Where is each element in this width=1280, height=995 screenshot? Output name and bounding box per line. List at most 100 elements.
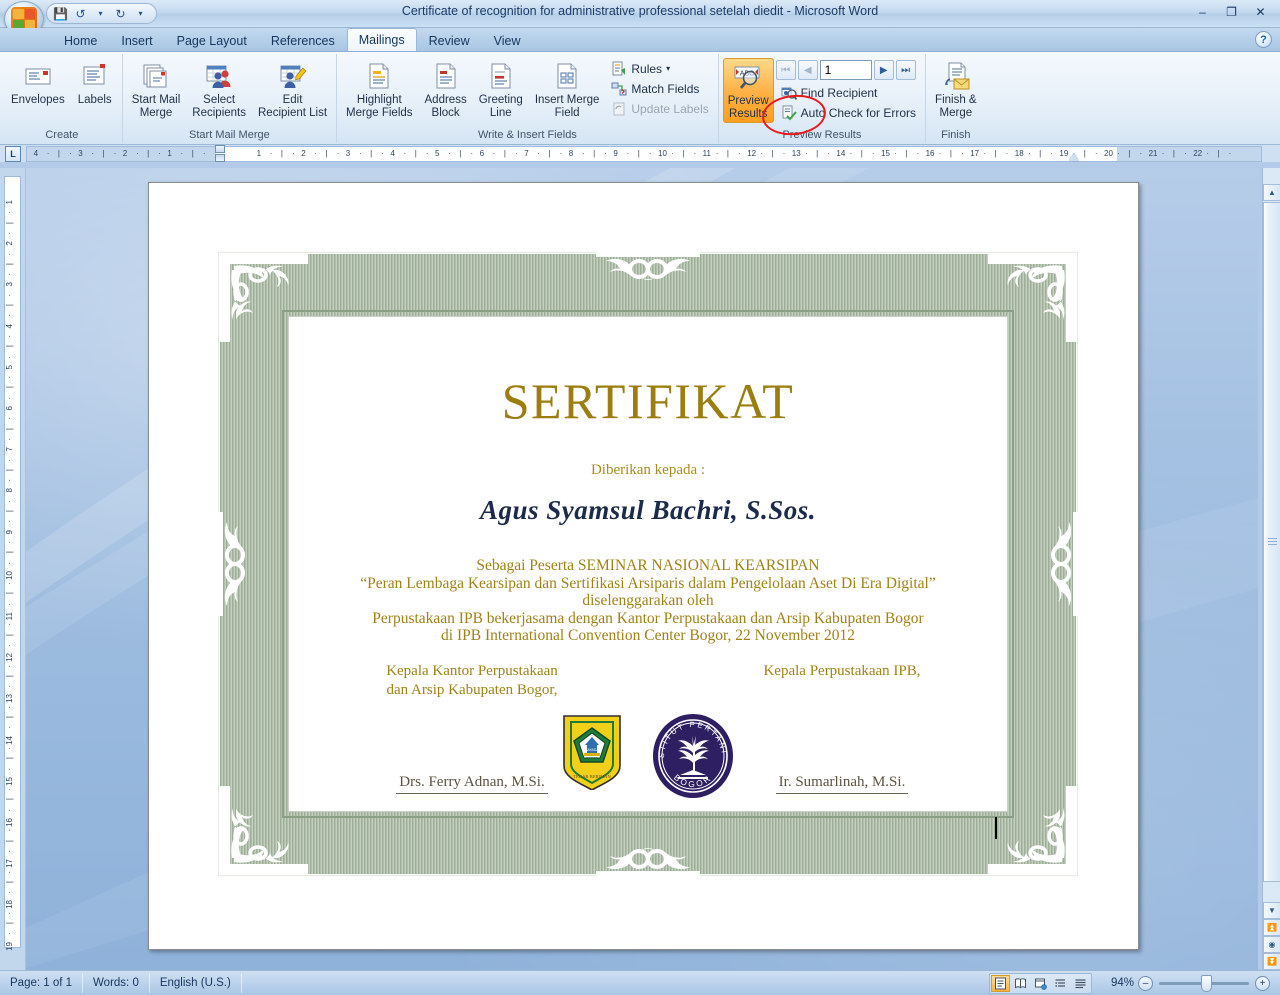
document-canvas[interactable]: SERTIFIKAT Diberikan kepada : Agus Syams… (26, 168, 1258, 970)
ruler-minor-tick: · (5, 664, 14, 668)
vertical-scrollbar[interactable]: ▲ ▼ ⏫ ◉ ⏬ (1262, 168, 1280, 970)
tab-review[interactable]: Review (417, 30, 482, 51)
full-screen-reading-view-button[interactable] (1011, 975, 1030, 992)
group-label-finish: Finish (941, 129, 971, 141)
ruler-minor-tick: | (771, 149, 774, 158)
ruler-minor-tick: · (5, 602, 14, 606)
tab-references[interactable]: References (259, 30, 347, 51)
last-record-button[interactable]: ⏭ (895, 60, 916, 80)
ruler-minor-tick: · (5, 849, 14, 853)
labels-button[interactable]: Labels (72, 57, 118, 110)
zoom-in-button[interactable]: + (1255, 975, 1270, 991)
fleuron-left-icon (217, 512, 245, 616)
signature-left-title-2: dan Arsip Kabupaten Bogor, (386, 682, 558, 698)
ruler-minor-tick: · (5, 355, 14, 359)
title-bar: 💾 ↺ ▾ ↻ ▾ Certificate of recognition for… (0, 0, 1280, 37)
ruler-minor-tick: · (894, 149, 897, 158)
scrollbar-thumb[interactable] (1263, 202, 1280, 882)
outline-view-button[interactable] (1051, 975, 1070, 992)
write-insert-small-buttons: Rules ▾ Match Fields Update Labels (606, 57, 713, 118)
maximize-button[interactable]: ❐ (1218, 3, 1245, 21)
tab-selector-icon: L (5, 145, 21, 162)
start-mail-merge-button[interactable]: Start Mail Merge (127, 57, 186, 122)
zoom-slider-thumb[interactable] (1201, 974, 1212, 992)
find-recipient-label: Find Recipient (800, 85, 878, 100)
web-layout-view-button[interactable] (1031, 975, 1050, 992)
ruler-minor-tick: · (5, 437, 14, 441)
ruler-minor-tick: · (5, 376, 14, 379)
ruler-minor-tick: | (5, 674, 14, 677)
help-icon[interactable]: ? (1255, 31, 1272, 48)
ruler-minor-tick: | (726, 149, 729, 158)
ruler-minor-tick: · (738, 149, 741, 158)
first-record-button[interactable]: ⏮ (775, 60, 796, 80)
status-language[interactable]: English (U.S.) (150, 973, 242, 993)
zoom-slider-track[interactable] (1159, 974, 1249, 992)
ruler-minor-tick: · (804, 149, 808, 158)
ruler-tick: 1 (167, 149, 172, 158)
find-recipient-button[interactable]: Find Recipient (776, 83, 921, 102)
ruler-tick: 4 (390, 149, 395, 158)
preview-results-button[interactable]: ABC Preview Results (722, 58, 774, 123)
greeting-line-button[interactable]: Greeting Line (474, 57, 528, 122)
record-number-box[interactable] (819, 60, 872, 80)
select-browse-object-button[interactable]: ◉ (1263, 936, 1280, 953)
svg-text:TEGAR BERIMAN: TEGAR BERIMAN (573, 774, 611, 779)
document-page[interactable]: SERTIFIKAT Diberikan kepada : Agus Syams… (148, 182, 1139, 950)
ruler-minor-tick: · (180, 149, 184, 158)
edit-recipient-list-icon (277, 60, 309, 92)
ruler-minor-tick: · (1117, 149, 1120, 158)
tab-selector[interactable]: L (0, 145, 26, 162)
next-record-button[interactable]: ▶ (873, 60, 894, 80)
edit-recipient-list-button[interactable]: Edit Recipient List (253, 57, 332, 122)
ruler-minor-tick: · (5, 561, 14, 565)
horizontal-ruler[interactable]: 4 · | · 3 · | · 2 · | · 1 · | · 1 · | · 2 · | · 3 · | · 4 · | · 5 · | · 6 · | ·… (26, 145, 1262, 162)
address-block-button[interactable]: Address Block (420, 57, 472, 122)
close-button[interactable]: ✕ (1247, 3, 1274, 21)
right-indent-marker[interactable] (1069, 153, 1079, 161)
insert-merge-field-button[interactable]: Insert Merge Field (530, 57, 605, 122)
scroll-down-button[interactable]: ▼ (1263, 902, 1280, 919)
hanging-indent-marker[interactable] (215, 154, 225, 162)
ruler-minor-tick: | (5, 262, 14, 265)
highlight-merge-fields-button[interactable]: Highlight Merge Fields (341, 57, 417, 122)
finish-merge-button[interactable]: Finish & Merge (930, 57, 982, 122)
ruler-minor-tick: | (1039, 149, 1042, 158)
ruler-tick: 22 (1193, 149, 1203, 158)
insert-merge-field-label: Insert Merge Field (534, 94, 600, 119)
certificate-content-panel[interactable]: SERTIFIKAT Diberikan kepada : Agus Syams… (288, 316, 1008, 812)
match-fields-button[interactable]: Match Fields (606, 79, 713, 98)
draft-view-button[interactable] (1071, 975, 1090, 992)
tab-insert[interactable]: Insert (109, 30, 164, 51)
envelopes-button[interactable]: Envelopes (6, 57, 70, 110)
vertical-ruler[interactable]: 1 · | · 2 · | · 3 · | · 4 · | · 5 · | · 6 · | · 7 · | · 8 · | · 9 · | · 10 · |… (0, 168, 26, 970)
zoom-out-button[interactable]: – (1138, 975, 1153, 991)
ruler-minor-tick: | (5, 880, 14, 883)
zoom-slider[interactable]: – + (1138, 974, 1270, 992)
tab-home[interactable]: Home (52, 30, 109, 51)
select-recipients-button[interactable]: Select Recipients (187, 57, 251, 122)
auto-check-errors-button[interactable]: Auto Check for Errors (776, 103, 921, 122)
ruler-tick: 12 (5, 653, 14, 663)
status-page[interactable]: Page: 1 of 1 (0, 973, 84, 993)
rules-button[interactable]: Rules ▾ (606, 59, 713, 78)
ruler-tick: 10 (5, 570, 14, 580)
status-words[interactable]: Words: 0 (83, 973, 150, 993)
update-labels-icon (611, 101, 627, 117)
scroll-up-button[interactable]: ▲ (1263, 184, 1280, 201)
tab-view[interactable]: View (482, 30, 533, 51)
previous-page-button[interactable]: ⏫ (1263, 919, 1280, 936)
tab-mailings[interactable]: Mailings (346, 28, 417, 51)
zoom-level-label[interactable]: 94% (1104, 977, 1134, 989)
print-layout-view-button[interactable] (991, 974, 1010, 992)
ruler-minor-tick: | (5, 345, 14, 348)
ruler-minor-tick: · (5, 623, 14, 626)
ribbon-tab-strip: Home Insert Page Layout References Maili… (0, 28, 1280, 52)
ruler-minor-tick: · (46, 149, 50, 158)
certificate-body-line: di IPB International Convention Center B… (441, 627, 855, 644)
previous-record-button[interactable]: ◀ (797, 60, 818, 80)
first-line-indent-marker[interactable] (215, 145, 225, 153)
minimize-button[interactable]: – (1189, 3, 1216, 21)
next-page-button[interactable]: ⏬ (1263, 953, 1280, 970)
tab-page-layout[interactable]: Page Layout (165, 30, 259, 51)
